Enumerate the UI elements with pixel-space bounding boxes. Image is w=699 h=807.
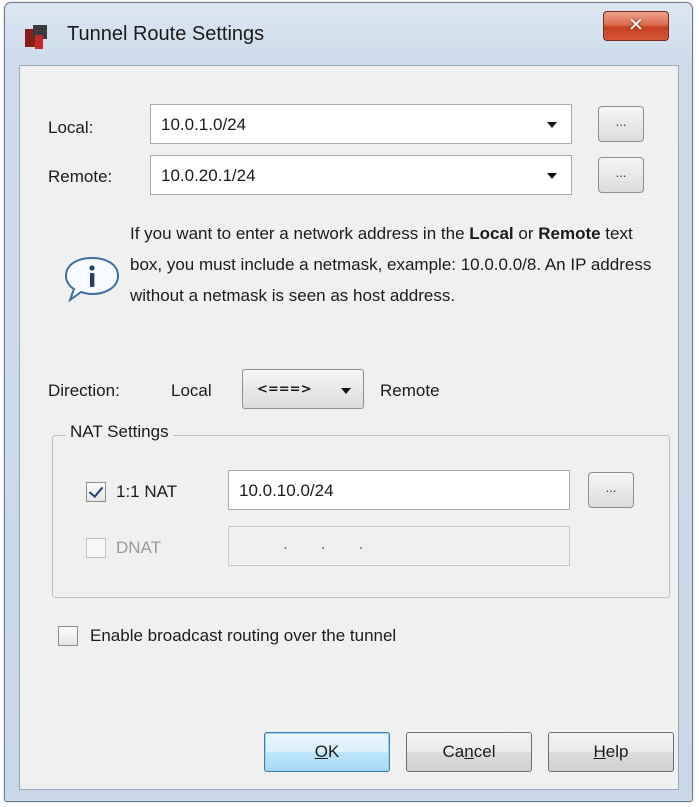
close-button[interactable]: ✕ [603,11,669,41]
direction-local-label: Local [171,381,212,400]
cancel-button[interactable]: Cancel [406,732,532,772]
remote-browse-button[interactable]: ... [598,157,644,193]
dialog-body: Local: 10.0.1.0/24 ... Remote: 10.0.20.1… [19,65,679,790]
direction-combo[interactable]: <===> [242,369,364,409]
one-to-one-nat-value: 10.0.10.0/24 [239,481,334,500]
tunnel-route-settings-dialog: Tunnel Route Settings ✕ Local: 10.0.1.0/… [4,2,693,802]
chevron-down-icon [547,122,557,128]
one-to-one-nat-checkbox[interactable] [86,482,106,502]
chevron-down-icon [547,173,557,179]
info-icon [64,256,120,302]
local-label: Local: [48,118,94,137]
one-to-one-nat-label: 1:1 NAT [116,482,178,501]
direction-value: <===> [257,382,312,397]
window-title: Tunnel Route Settings [67,23,265,45]
dnat-checkbox[interactable] [86,538,106,558]
remote-value: 10.0.20.1/24 [161,166,256,185]
chevron-down-icon [341,388,351,394]
nat-settings-group [52,435,670,598]
direction-remote-label: Remote [380,381,440,400]
help-button[interactable]: Help [548,732,674,772]
broadcast-routing-checkbox[interactable] [58,626,78,646]
ok-button[interactable]: OK [264,732,390,772]
remote-label: Remote: [48,167,113,186]
local-browse-button[interactable]: ... [598,106,644,142]
one-to-one-nat-input[interactable]: 10.0.10.0/24 [228,470,570,510]
info-message: If you want to enter a network address i… [130,224,652,305]
local-combo[interactable]: 10.0.1.0/24 [150,104,572,144]
app-icon [25,25,47,49]
direction-label: Direction: [48,381,120,400]
dnat-ip-input[interactable]: . . . [228,526,570,566]
remote-combo[interactable]: 10.0.20.1/24 [150,155,572,195]
close-icon: ✕ [628,14,644,36]
nat-browse-button[interactable]: ... [588,472,634,508]
nat-settings-title: NAT Settings [66,422,173,442]
broadcast-routing-label: Enable broadcast routing over the tunnel [90,626,397,645]
dnat-label: DNAT [116,538,162,557]
dnat-ip-value: . . . [283,534,364,553]
local-value: 10.0.1.0/24 [161,115,247,134]
title-bar[interactable]: Tunnel Route Settings ✕ [5,3,692,65]
